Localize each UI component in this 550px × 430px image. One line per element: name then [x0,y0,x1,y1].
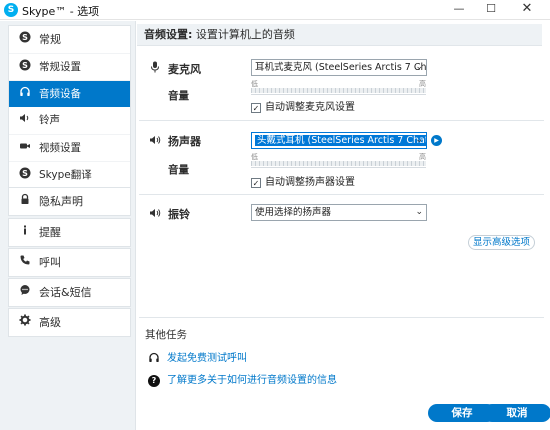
free-test-call-label: 发起免费测试呼叫 [167,353,247,364]
headset-icon [147,352,161,368]
sidebar-group-privacy: 隐私声明 [8,187,131,216]
speaker-icon [18,107,32,134]
sidebar-item-label: 常规设置 [39,61,81,73]
other-tasks-title: 其他任务 [145,329,187,341]
skype-icon: S [18,162,32,189]
video-camera-icon [18,135,32,162]
sidebar-group-im-sms: 会话&短信 [8,278,131,307]
learn-more-audio-label: 了解更多关于如何进行音频设置的信息 [167,375,337,386]
speaker-auto-adjust-label: 自动调整扬声器设置 [265,177,355,188]
speaker-device-select[interactable]: 头戴式耳机 (SteelSeries Arctis 7 Chat) ⌄ [251,132,427,149]
section-divider [139,120,544,121]
speaker-volume-slider[interactable]: 低 高 [251,152,426,172]
chat-bubble-icon [18,279,32,306]
skype-icon: S [18,26,32,53]
sidebar-group-calls: 呼叫 [8,248,131,277]
show-advanced-options-button[interactable]: 显示高级选项 [468,235,535,250]
sidebar-item-ringtones[interactable]: 铃声 [9,107,130,134]
sidebar-group-notifications: 提醒 [8,218,131,247]
sidebar-item-audio-devices[interactable]: 音频设备 [9,80,130,107]
microphone-label: 麦克风 [168,63,201,76]
close-button[interactable]: ✕ [512,0,542,20]
chevron-down-icon: ⌄ [415,62,423,72]
window-titlebar: S Skype™ - 选项 — ☐ ✕ [0,0,550,20]
ringtone-device-value: 使用选择的扬声器 [255,207,332,218]
sidebar-group-general: S 常规 S 常规设置 音频设备 铃声 视频设置 S Skype翻译 [8,25,131,189]
sidebar-item-label: 隐私声明 [39,195,83,208]
free-test-call-link[interactable]: 发起免费测试呼叫 [147,352,247,366]
slider-track [251,161,426,166]
slider-ticks [251,94,426,97]
sidebar-group-advanced: 高级 [8,308,131,337]
sidebar-item-label: 常规 [39,33,61,46]
speaker-auto-adjust-checkbox[interactable]: ✓ 自动调整扬声器设置 [251,177,355,189]
microphone-device-select[interactable]: 耳机式麦克风 (SteelSeries Arctis 7 Chat) ⌄ [251,59,427,76]
sidebar-item-label: 铃声 [39,114,60,126]
sidebar-item-label: 音频设备 [39,88,81,100]
phone-icon [18,249,32,276]
skype-icon: S [18,54,32,81]
headset-icon [18,81,32,108]
gear-icon [18,309,32,336]
sidebar-item-calls[interactable]: 呼叫 [9,249,130,276]
svg-text:S: S [22,61,28,70]
window-title: Skype™ - 选项 [22,5,100,18]
ringtone-device-select[interactable]: 使用选择的扬声器 ⌄ [251,204,427,221]
lock-icon [18,188,32,215]
section-divider [139,317,544,318]
microphone-volume-label: 音量 [168,90,189,102]
minimize-button[interactable]: — [444,0,474,20]
speaker-icon [147,208,163,221]
checkmark-icon: ✓ [251,178,261,188]
checkmark-icon: ✓ [251,103,261,113]
sidebar-item-im-sms[interactable]: 会话&短信 [9,279,130,306]
maximize-button[interactable]: ☐ [476,0,506,20]
microphone-volume-slider[interactable]: 低 高 [251,79,426,99]
sidebar-item-notifications[interactable]: 提醒 [9,219,130,246]
sidebar-item-label: Skype翻译 [39,169,92,181]
speaker-device-value: 头戴式耳机 (SteelSeries Arctis 7 Chat) [255,135,426,146]
speaker-volume-label: 音量 [168,164,189,176]
svg-text:S: S [22,33,28,42]
slider-ticks [251,167,426,170]
speaker-icon [147,135,163,148]
sidebar-item-label: 呼叫 [39,256,61,269]
skype-icon: S [4,3,18,17]
slider-track [251,88,426,93]
sidebar-item-skype-translator[interactable]: S Skype翻译 [9,161,130,188]
learn-more-audio-link[interactable]: ? 了解更多关于如何进行音频设置的信息 [147,374,337,388]
question-icon: ? [148,375,160,387]
svg-text:S: S [22,169,28,178]
speaker-label: 扬声器 [168,135,201,148]
page-title: 音频设置: 设置计算机上的音频 [137,24,542,46]
page-title-bold: 音频设置: [144,28,193,41]
chevron-down-icon: ⌄ [415,135,423,145]
sidebar-item-general-settings[interactable]: S 常规设置 [9,53,130,80]
sidebar-item-label: 会话&短信 [39,286,92,299]
chevron-down-icon: ⌄ [415,207,423,217]
page-title-rest: 设置计算机上的音频 [192,28,295,41]
microphone-auto-adjust-checkbox[interactable]: ✓ 自动调整麦克风设置 [251,102,355,114]
ringtone-label: 振铃 [168,208,190,221]
sidebar-item-label: 高级 [39,316,61,329]
sidebar-item-video-settings[interactable]: 视频设置 [9,134,130,161]
microphone-icon [147,61,163,76]
sidebar-item-label: 提醒 [39,226,61,239]
sidebar-item-label: 视频设置 [39,142,81,154]
play-test-sound-button[interactable]: ▶ [431,135,442,146]
sidebar-item-privacy[interactable]: 隐私声明 [9,188,130,215]
sidebar-item-general[interactable]: S 常规 [9,26,130,53]
cancel-button[interactable]: 取消 [483,404,550,422]
options-sidebar: S 常规 S 常规设置 音频设备 铃声 视频设置 S Skype翻译 隐私声明 … [0,21,136,430]
microphone-device-value: 耳机式麦克风 (SteelSeries Arctis 7 Chat) [255,62,427,73]
audio-settings-pane: 音频设置: 设置计算机上的音频 麦克风 耳机式麦克风 (SteelSeries … [137,21,550,430]
info-icon [18,219,32,246]
section-divider [139,194,544,195]
microphone-auto-adjust-label: 自动调整麦克风设置 [265,102,355,113]
sidebar-item-advanced[interactable]: 高级 [9,309,130,336]
